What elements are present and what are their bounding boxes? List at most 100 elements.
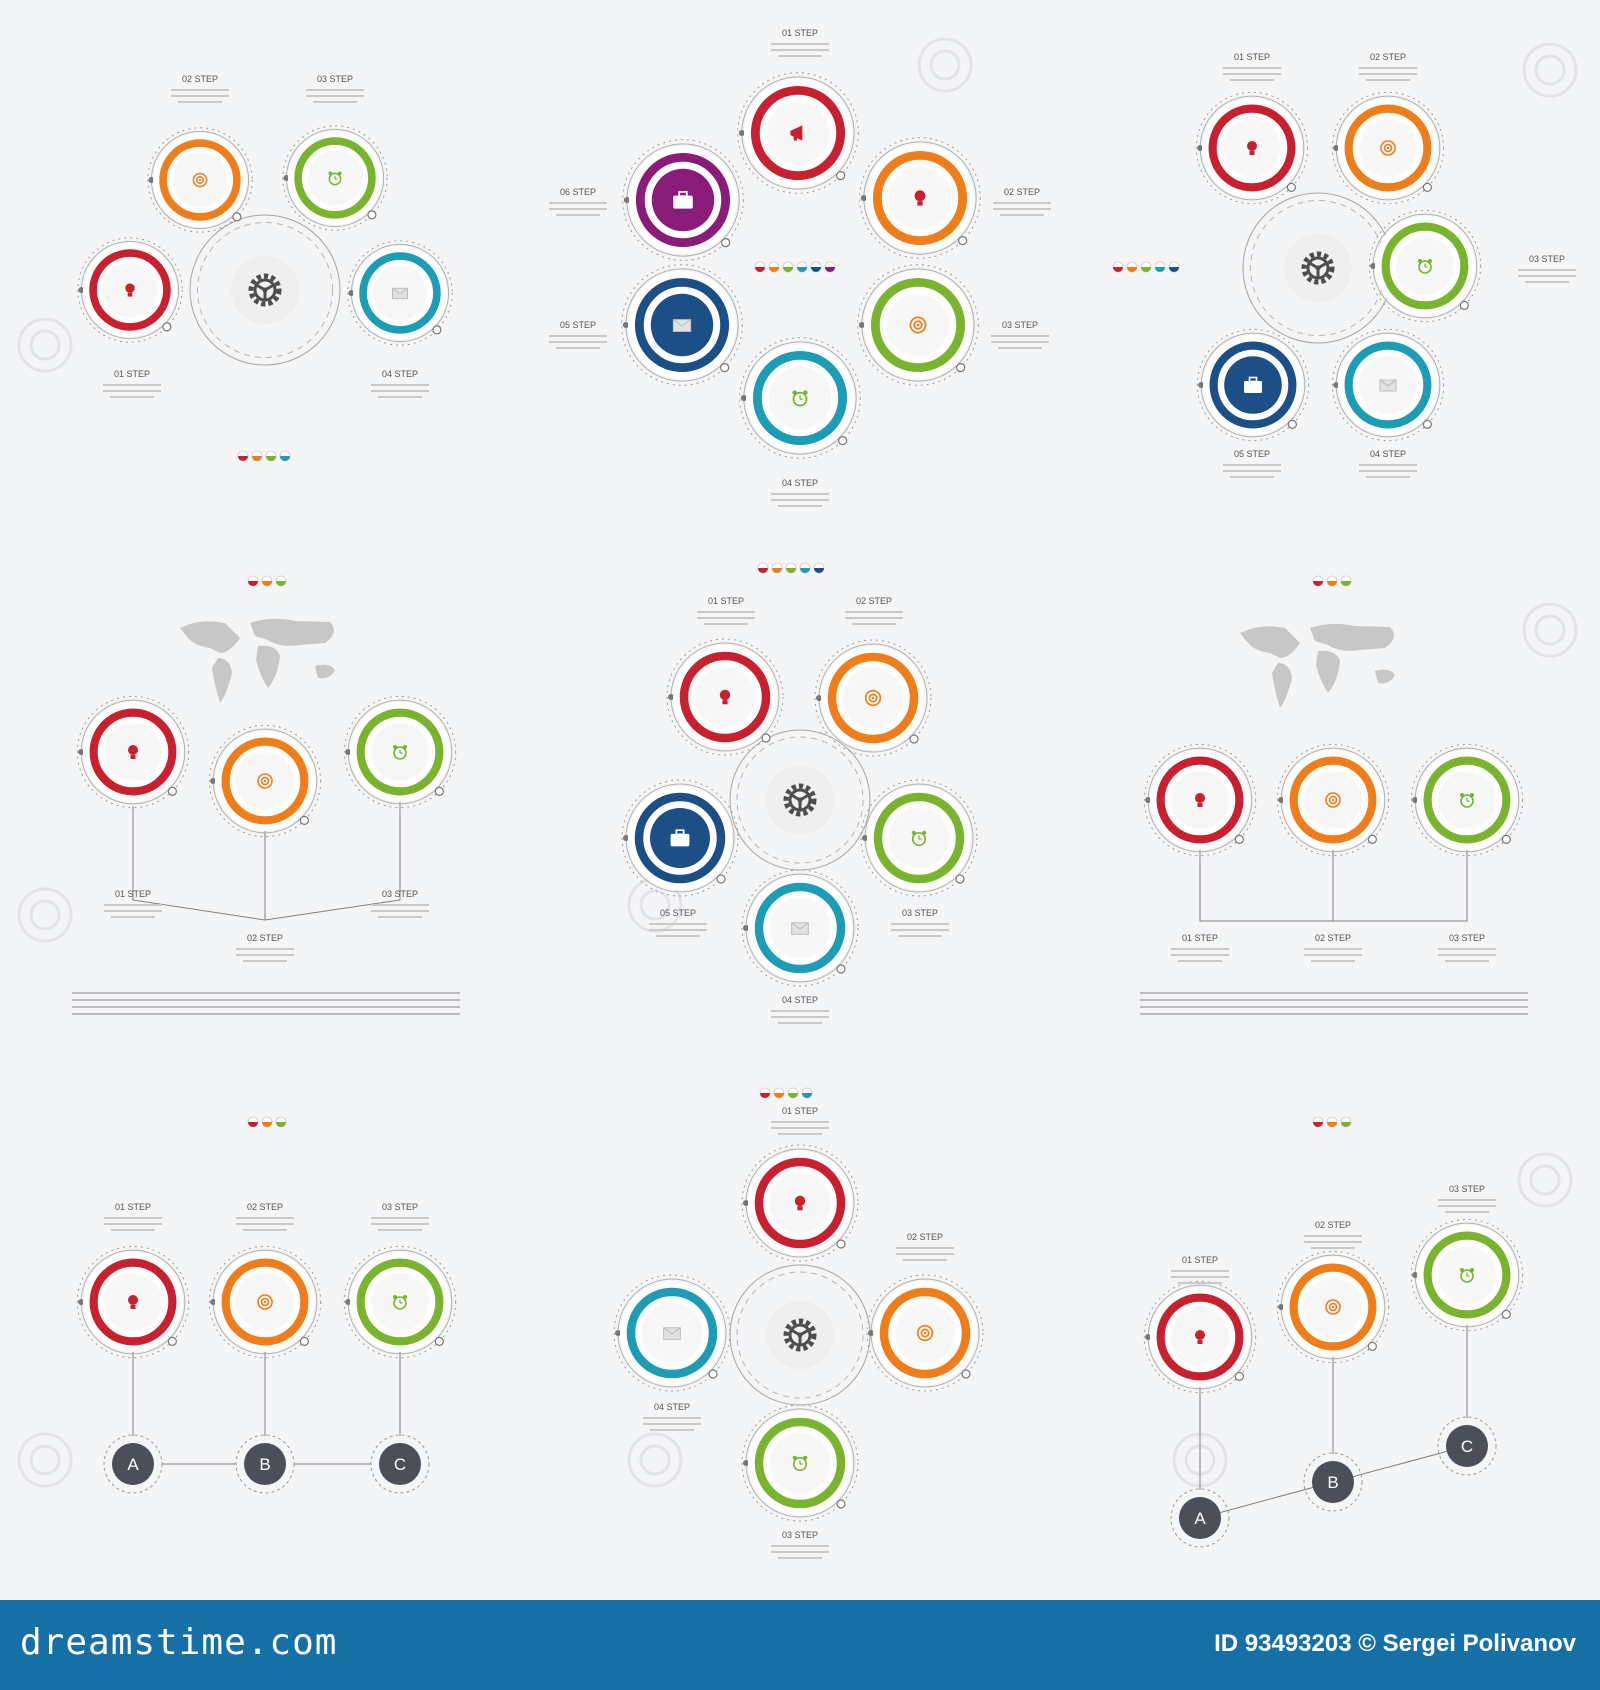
legend-dot-fill — [252, 456, 262, 461]
step-circle — [621, 264, 743, 386]
orbit-node — [1422, 419, 1432, 429]
step-label: 04 STEP — [382, 369, 418, 379]
bulb-glass — [1247, 141, 1257, 151]
orbit-node — [836, 1239, 846, 1249]
briefcase-body — [1244, 381, 1262, 393]
continent-eurasia — [1310, 623, 1394, 651]
legend-dot-fill — [769, 267, 779, 272]
center-hub — [189, 214, 341, 366]
watermark-swirl — [17, 887, 73, 943]
step-label: 02 STEP — [1315, 1220, 1351, 1230]
step-label: 02 STEP — [1370, 52, 1406, 62]
step-label: 03 STEP — [902, 908, 938, 918]
orbit-node — [838, 436, 848, 446]
bulb-base — [1197, 1340, 1203, 1344]
watermark-swirl — [29, 899, 61, 931]
orbit-node — [1367, 834, 1377, 844]
legend-dot-fill — [1169, 267, 1179, 272]
alarm-bell — [403, 745, 407, 749]
legend-dot-fill — [758, 568, 768, 573]
step-label: 03 STEP — [382, 889, 418, 899]
gear-hub — [262, 287, 268, 293]
step-label: 06 STEP — [560, 187, 596, 197]
watermark-footer: dreamstime.com ID 93493203 © Sergei Poli… — [0, 1600, 1600, 1690]
bulb-glass — [125, 283, 135, 293]
target-center — [1331, 798, 1335, 802]
image-credit: ID 93493203 © Sergei Polivanov — [1214, 1630, 1576, 1657]
step-circle — [737, 72, 859, 194]
watermark-swirl — [929, 49, 961, 81]
step-label: 02 STEP — [1315, 933, 1351, 943]
step-circle — [866, 1274, 984, 1392]
legend-dot-fill — [1327, 1122, 1337, 1127]
alarm-bell — [1460, 1268, 1464, 1272]
alarm-bell — [337, 171, 342, 176]
step-circle — [343, 695, 457, 809]
step-label: 01 STEP — [115, 889, 151, 899]
target-center — [871, 696, 875, 700]
step-circle — [741, 1404, 859, 1522]
site-logo-text: dreamstime.com — [20, 1622, 338, 1663]
watermark-swirl — [639, 1444, 671, 1476]
milestone-letter: B — [1327, 1473, 1338, 1492]
briefcase-body — [673, 195, 693, 209]
watermark-swirl — [17, 1432, 73, 1488]
step-label: 01 STEP — [115, 1202, 151, 1212]
alarm-bell — [1418, 259, 1422, 263]
step-circle — [343, 1245, 457, 1359]
orbit-node — [299, 1336, 309, 1346]
step-label: 02 STEP — [856, 596, 892, 606]
orbit-node — [432, 325, 442, 335]
bulb-base — [1197, 803, 1203, 807]
step-label: 01 STEP — [1182, 933, 1218, 943]
orbit-dot — [740, 395, 747, 401]
orbit-node — [1286, 182, 1296, 192]
target-center — [198, 178, 202, 182]
milestone-node: C — [1437, 1416, 1497, 1476]
legend-dot-fill — [825, 267, 835, 272]
step-circle — [347, 240, 453, 346]
step-circle — [282, 125, 388, 231]
envelope-icon — [1379, 379, 1397, 392]
orbit-node — [162, 322, 172, 332]
step-circle — [1331, 91, 1445, 205]
orbit-node — [1234, 1371, 1244, 1381]
step-circle — [147, 127, 253, 233]
orbit-node — [167, 1336, 177, 1346]
step-label: 02 STEP — [182, 74, 218, 84]
continent-africa — [1316, 650, 1340, 693]
milestone-letter: C — [394, 1455, 406, 1474]
milestone-node: B — [1303, 1452, 1363, 1512]
orbit-node — [1422, 182, 1432, 192]
alarm-bell — [792, 1455, 797, 1460]
watermark-swirl — [1534, 54, 1566, 86]
step-label: 03 STEP — [782, 1530, 818, 1540]
continent-north-america — [1240, 626, 1300, 658]
milestone-node: C — [370, 1434, 430, 1494]
orbit-node — [367, 210, 377, 220]
orbit-node — [958, 236, 968, 246]
gear-hub — [797, 797, 803, 803]
briefcase-body — [670, 833, 690, 847]
step-circle — [208, 1245, 322, 1359]
step-circle — [859, 137, 981, 259]
legend-dot-fill — [1141, 267, 1151, 272]
milestone-node: A — [1170, 1488, 1230, 1548]
step-label: 04 STEP — [1370, 449, 1406, 459]
step-label: 01 STEP — [1182, 1255, 1218, 1265]
step-label: 03 STEP — [1449, 933, 1485, 943]
legend-dot-fill — [772, 568, 782, 573]
milestone-letter: A — [127, 1455, 139, 1474]
orbit-node — [1501, 834, 1511, 844]
watermark-swirl — [627, 1432, 683, 1488]
alarm-bell — [803, 390, 808, 395]
orbit-node — [434, 786, 444, 796]
watermark-swirl — [1517, 1152, 1573, 1208]
orbit-node — [836, 1499, 846, 1509]
step-circle — [1196, 328, 1310, 442]
continent-africa — [256, 645, 280, 688]
target-center — [263, 779, 267, 783]
step-circle — [1276, 743, 1390, 857]
step-circle — [208, 724, 322, 838]
step-label: 02 STEP — [247, 1202, 283, 1212]
